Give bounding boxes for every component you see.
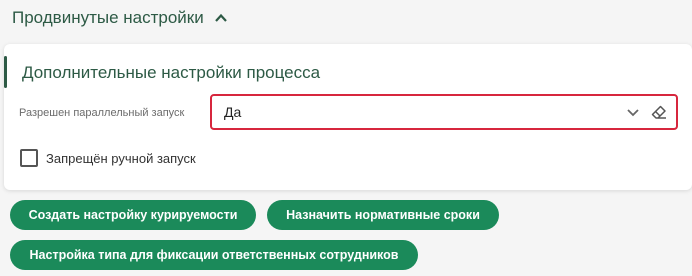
chevron-up-icon[interactable] — [214, 11, 228, 25]
card-accent-bar — [4, 56, 7, 88]
create-curation-button[interactable]: Создать настройку курируемости — [10, 200, 256, 230]
advanced-settings-title: Продвинутые настройки — [12, 8, 204, 27]
advanced-settings-toggle[interactable]: Продвинутые настройки — [12, 8, 228, 28]
manual-launch-label: Запрещён ручной запуск — [46, 150, 196, 166]
process-settings-card: Дополнительные настройки процесса Разреш… — [4, 44, 692, 190]
assign-deadlines-button[interactable]: Назначить нормативные сроки — [267, 200, 499, 230]
parallel-launch-select[interactable]: Да — [210, 94, 678, 130]
parallel-launch-value: Да — [224, 104, 242, 120]
card-title: Дополнительные настройки процесса — [22, 63, 321, 82]
eraser-icon[interactable] — [650, 103, 668, 121]
parallel-launch-label: Разрешен параллельный запуск — [19, 107, 185, 119]
manual-launch-row[interactable]: Запрещён ручной запуск — [20, 149, 196, 167]
manual-launch-checkbox[interactable] — [20, 149, 38, 167]
chevron-down-icon[interactable] — [624, 103, 642, 121]
responsible-type-button[interactable]: Настройка типа для фиксации ответственны… — [10, 240, 418, 270]
